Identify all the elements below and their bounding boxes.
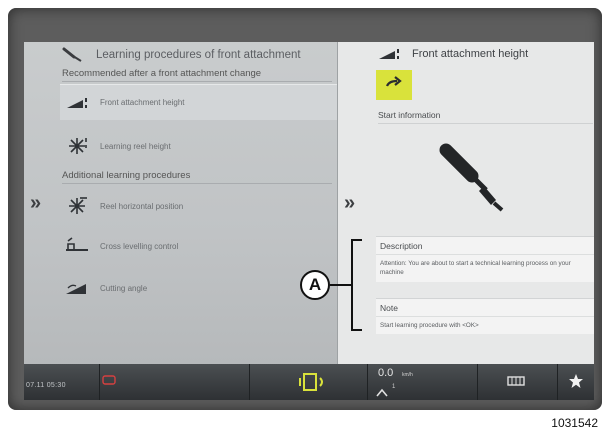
description-text: Attention: You are about to start a tech…	[380, 260, 571, 277]
grain-tank-icon	[506, 374, 526, 393]
attachment-height-icon	[64, 93, 90, 113]
learning-procedures-menu: » Learning procedures of front attachmen…	[24, 42, 337, 364]
menu-item-cross-levelling-control[interactable]: Cross levelling control	[60, 228, 337, 264]
note-box: Note Start learning procedure with <OK>	[376, 298, 594, 335]
menu-item-label: Cross levelling control	[100, 241, 179, 251]
description-label: Description	[376, 237, 594, 255]
attachment-height-icon	[376, 44, 402, 64]
menu-item-label: Reel horizontal position	[100, 201, 184, 211]
start-information-label: Start information	[378, 110, 593, 124]
left-pane-header: Learning procedures of front attachment	[60, 44, 337, 66]
expand-chevron-icon[interactable]: »	[344, 192, 355, 215]
right-pane-header: Front attachment height	[376, 44, 594, 64]
menu-item-label: Cutting angle	[100, 283, 148, 293]
menu-item-reel-horizontal-position[interactable]: Reel horizontal position	[60, 188, 337, 224]
status-segment-clock: 07.11 05:30	[24, 364, 100, 400]
header-status-icon	[298, 370, 326, 399]
clock-text: 07.11 05:30	[26, 382, 66, 389]
menu-item-front-attachment-height[interactable]: Front attachment height	[60, 84, 337, 120]
screwdriver-icon	[438, 142, 518, 227]
callout-bracket	[330, 239, 362, 331]
gear-value: 1	[392, 384, 396, 390]
procedure-detail-panel: » Front attachment height Start informat…	[337, 42, 594, 364]
note-label: Note	[376, 299, 594, 317]
expand-chevron-icon[interactable]: »	[30, 192, 41, 215]
cross-levelling-icon	[64, 236, 90, 256]
reel-icon	[64, 136, 90, 156]
status-segment-machine[interactable]	[250, 364, 368, 400]
status-segment-tools[interactable]	[478, 364, 558, 400]
recommended-section-label: Recommended after a front attachment cha…	[62, 68, 332, 82]
status-bar: 07.11 05:30 0.0 km/h 1	[24, 364, 594, 400]
arrow-right-icon	[385, 75, 403, 95]
favorites-button[interactable]	[558, 364, 594, 400]
speed-value: 0.0	[378, 367, 394, 379]
drive-icon	[376, 384, 388, 402]
figure-number: 1031542	[551, 416, 598, 430]
note-text: Start learning procedure with <OK>	[380, 322, 479, 329]
terminal-screen: » Learning procedures of front attachmen…	[24, 42, 594, 364]
callout-a: A	[300, 270, 330, 300]
reel-icon	[64, 196, 90, 216]
menu-item-label: Front attachment height	[100, 98, 185, 107]
procedure-title: Front attachment height	[412, 48, 529, 60]
start-procedure-button[interactable]	[376, 70, 412, 100]
page-title: Learning procedures of front attachment	[96, 49, 301, 61]
menu-item-learning-reel-height[interactable]: Learning reel height	[60, 128, 337, 164]
menu-item-cutting-angle[interactable]: Cutting angle	[60, 270, 337, 306]
star-icon	[568, 373, 584, 394]
additional-section-label: Additional learning procedures	[62, 170, 332, 184]
cutting-angle-icon	[64, 278, 90, 298]
warning-icon	[102, 372, 116, 390]
screwdriver-icon	[60, 45, 86, 65]
description-box: Description Attention: You are about to …	[376, 236, 594, 282]
menu-item-label: Learning reel height	[100, 141, 171, 151]
status-segment-speed: 0.0 km/h 1	[368, 364, 478, 400]
speed-unit: km/h	[402, 372, 413, 378]
status-segment-warning[interactable]	[100, 364, 250, 400]
